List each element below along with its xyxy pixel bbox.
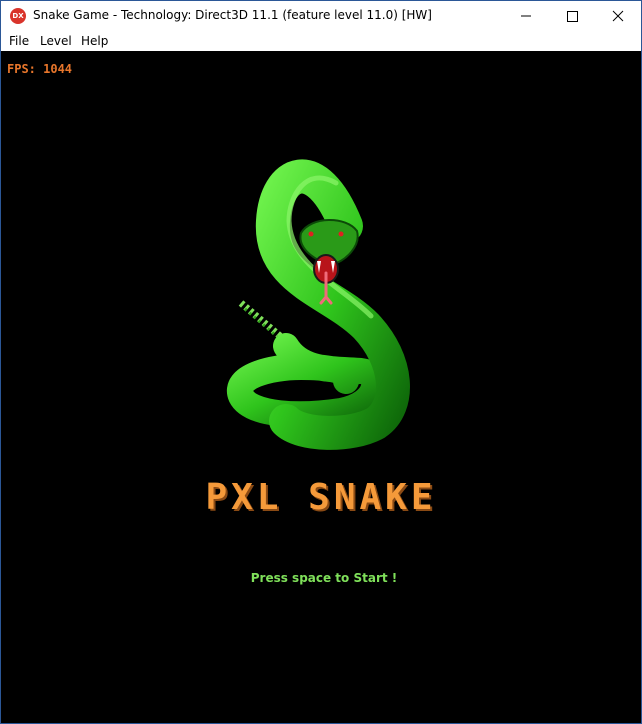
- close-icon: [612, 10, 624, 22]
- window-title: Snake Game - Technology: Direct3D 11.1 (…: [33, 8, 432, 22]
- minimize-icon: [521, 15, 531, 17]
- maximize-button[interactable]: [549, 1, 595, 31]
- snake-coil: [227, 333, 388, 428]
- app-window: DX Snake Game - Technology: Direct3D 11.…: [0, 0, 642, 724]
- snake-illustration: [227, 159, 410, 450]
- close-button[interactable]: [595, 1, 641, 31]
- menu-level[interactable]: Level: [40, 34, 72, 48]
- game-canvas[interactable]: FPS: 1044 PXL SNAKE Press space to Start…: [1, 51, 641, 723]
- start-prompt: Press space to Start !: [250, 571, 398, 585]
- menu-help[interactable]: Help: [81, 34, 108, 48]
- maximize-icon: [567, 11, 578, 22]
- game-logo: PXL SNAKE: [205, 477, 437, 518]
- menu-bar: File Level Help: [1, 31, 641, 51]
- title-bar[interactable]: DX Snake Game - Technology: Direct3D 11.…: [1, 1, 641, 31]
- directx-app-icon: DX: [10, 8, 26, 24]
- menu-file[interactable]: File: [9, 34, 29, 48]
- minimize-button[interactable]: [503, 1, 549, 31]
